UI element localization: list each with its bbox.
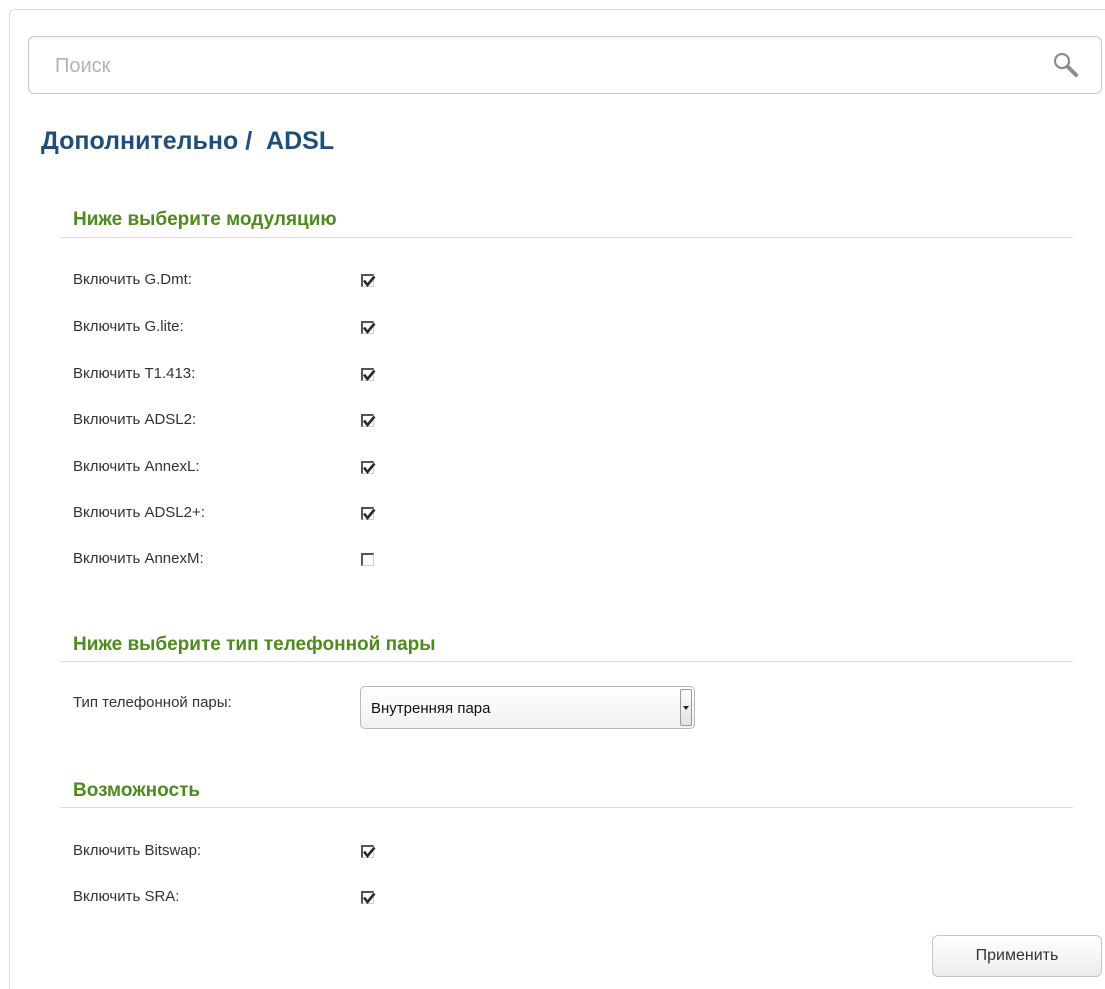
section-title-phone-pair: Ниже выберите тип телефонной пары <box>73 634 436 655</box>
checkmark-icon <box>362 892 376 905</box>
checkbox-gdmt[interactable] <box>361 274 376 288</box>
section-title-modulation: Ниже выберите модуляцию <box>73 209 337 230</box>
apply-button[interactable]: Применить <box>932 935 1102 977</box>
label-sra: Включить SRA: <box>73 888 180 905</box>
label-bitswap: Включить Bitswap: <box>73 842 202 859</box>
checkmark-icon <box>362 415 376 428</box>
label-t1413: Включить T1.413: <box>73 365 196 382</box>
section-divider <box>60 661 1073 662</box>
checkbox-glite[interactable] <box>361 321 376 335</box>
label-phone-pair-type: Тип телефонной пары: <box>73 694 232 711</box>
label-adsl2: Включить ADSL2: <box>73 411 197 428</box>
checkmark-icon <box>362 508 376 521</box>
checkmark-icon <box>362 275 376 288</box>
checkmark-icon <box>362 846 376 859</box>
checkmark-icon <box>362 322 376 335</box>
checkbox-sra[interactable] <box>361 891 376 905</box>
search-input[interactable] <box>53 37 1017 95</box>
checkbox-annexm[interactable] <box>361 553 374 566</box>
label-gdmt: Включить G.Dmt: <box>73 271 192 288</box>
page-title: Дополнительно / ADSL <box>41 127 335 155</box>
label-annexl: Включить AnnexL: <box>73 458 200 475</box>
checkbox-adsl2plus[interactable] <box>361 507 376 521</box>
checkmark-icon <box>362 462 376 475</box>
checkbox-t1413[interactable] <box>361 368 376 382</box>
section-divider <box>60 807 1073 808</box>
checkmark-icon <box>362 369 376 382</box>
phone-pair-type-value: Внутренняя пара <box>371 700 491 717</box>
search-icon[interactable] <box>1051 50 1081 80</box>
search-box <box>28 36 1102 95</box>
section-divider <box>60 237 1073 238</box>
phone-pair-type-select[interactable]: Внутренняя пара <box>360 686 695 729</box>
checkbox-bitswap[interactable] <box>361 845 376 859</box>
label-adsl2plus: Включить ADSL2+: <box>73 504 205 521</box>
section-title-capability: Возможность <box>73 780 201 801</box>
label-annexm: Включить AnnexM: <box>73 550 204 567</box>
label-glite: Включить G.lite: <box>73 318 184 335</box>
chevron-down-icon[interactable] <box>680 689 692 726</box>
checkbox-adsl2[interactable] <box>361 414 376 428</box>
checkbox-annexl[interactable] <box>361 461 376 475</box>
